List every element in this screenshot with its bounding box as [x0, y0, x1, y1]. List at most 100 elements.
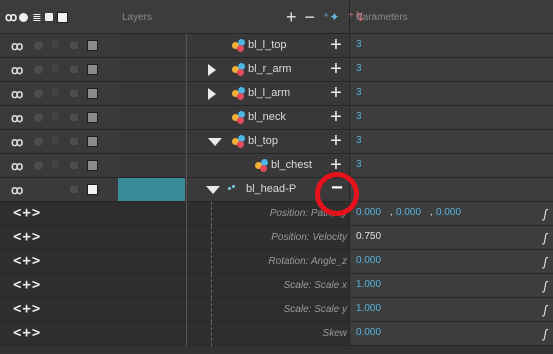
- layer-color-icon[interactable]: [87, 184, 98, 195]
- add-parameter-button[interactable]: +: [327, 59, 345, 79]
- lock-toggle-icon[interactable]: [70, 162, 78, 169]
- layer-color-icon[interactable]: [87, 88, 98, 99]
- function-curve-icon[interactable]: ʃ: [544, 231, 548, 245]
- layer-row[interactable]: ꝏ ≣ bl_chest +3: [0, 154, 553, 178]
- parameter-row[interactable]: <+> Skew 0.000 ʃ: [0, 322, 553, 346]
- parameter-label: Position: Velocity: [271, 232, 347, 243]
- solo-toggle-icon[interactable]: [34, 65, 43, 74]
- peg-icon: [255, 159, 269, 173]
- solo-toggle-icon[interactable]: [34, 113, 43, 122]
- layer-value: 3: [356, 39, 362, 50]
- layer-color-icon[interactable]: [87, 112, 98, 123]
- view-toggle-icon[interactable]: ꝏ: [11, 159, 23, 173]
- stack-toggle-icon[interactable]: ≣: [51, 64, 61, 75]
- layer-color-icon[interactable]: [87, 64, 98, 75]
- lock-toggle-icon[interactable]: [70, 42, 78, 49]
- stack-icon[interactable]: ≣: [32, 11, 41, 24]
- view-toggle-icon[interactable]: ꝏ: [11, 87, 23, 101]
- add-peg-icon[interactable]: ⁺✦: [323, 8, 339, 26]
- parameter-value[interactable]: 0.000: [356, 327, 381, 338]
- layer-name-cell[interactable]: [118, 154, 349, 177]
- stack-toggle-icon[interactable]: ≣: [51, 112, 61, 123]
- keyframe-nav-icon[interactable]: <+>: [13, 277, 41, 293]
- layer-row[interactable]: ꝏ ≣ bl_neck +3: [0, 106, 553, 130]
- layer-name[interactable]: bl_head-P: [246, 183, 296, 195]
- color-swatch-icon[interactable]: [57, 11, 69, 23]
- peg-icon: [224, 183, 238, 197]
- keyframe-nav-icon[interactable]: <+>: [13, 325, 41, 341]
- layer-row[interactable]: ꝏ ≣ bl_top +3: [0, 130, 553, 154]
- layer-name[interactable]: bl_l_arm: [248, 87, 290, 99]
- layer-name[interactable]: bl_r_arm: [248, 63, 291, 75]
- function-curve-icon[interactable]: ʃ: [544, 207, 548, 221]
- solo-toggle-icon[interactable]: [34, 137, 43, 146]
- lock-toggle-icon[interactable]: [70, 66, 78, 73]
- solo-toggle-icon[interactable]: [34, 161, 43, 170]
- keyframe-nav-icon[interactable]: <+>: [13, 253, 41, 269]
- add-parameter-button[interactable]: +: [327, 107, 345, 127]
- parameter-value[interactable]: 0.000: [356, 255, 381, 266]
- parameter-label: Skew: [322, 328, 347, 339]
- add-parameter-button[interactable]: +: [327, 35, 345, 55]
- view-toggle-icon[interactable]: ꝏ: [11, 135, 23, 149]
- show-all-icon[interactable]: ꝏ: [5, 10, 17, 24]
- layer-name[interactable]: bl_neck: [248, 111, 286, 123]
- expand-arrow-icon[interactable]: [208, 88, 216, 100]
- parameter-cell: [349, 154, 553, 177]
- layer-name[interactable]: bl_l_top: [248, 39, 287, 51]
- view-toggle-icon[interactable]: ꝏ: [11, 111, 23, 125]
- view-toggle-icon[interactable]: ꝏ: [11, 183, 23, 197]
- parameter-row[interactable]: <+> Position: Path,x,y 0.000, 0.000, 0.000 ʃ: [0, 202, 553, 226]
- view-toggle-icon[interactable]: ꝏ: [11, 39, 23, 53]
- layer-color-icon[interactable]: [87, 40, 98, 51]
- stack-toggle-icon[interactable]: ≣: [51, 88, 61, 99]
- value-y[interactable]: 0.000: [396, 207, 421, 218]
- collapse-arrow-icon[interactable]: [206, 186, 220, 194]
- function-curve-icon[interactable]: ʃ: [544, 303, 548, 317]
- solo-toggle-icon[interactable]: [34, 89, 43, 98]
- parameter-row[interactable]: <+> Rotation: Angle_z 0.000 ʃ: [0, 250, 553, 274]
- function-curve-icon[interactable]: ʃ: [544, 279, 548, 293]
- layer-row[interactable]: ꝏ ≣ bl_l_top +3: [0, 34, 553, 58]
- solo-toggle-icon[interactable]: [34, 41, 43, 50]
- layer-value: 3: [356, 159, 362, 170]
- layer-color-icon[interactable]: [87, 136, 98, 147]
- layer-value: 3: [356, 63, 362, 74]
- parameter-cell: [349, 106, 553, 129]
- stack-toggle-icon[interactable]: ≣: [51, 40, 61, 51]
- layer-row[interactable]: ꝏ ≣ bl_r_arm +3: [0, 58, 553, 82]
- keyframe-nav-icon[interactable]: <+>: [13, 301, 41, 317]
- layer-name[interactable]: bl_chest: [271, 159, 312, 171]
- layer-row[interactable]: ꝏ bl_head-P −: [0, 178, 553, 202]
- function-curve-icon[interactable]: ʃ: [544, 255, 548, 269]
- lock-icon[interactable]: [45, 13, 54, 21]
- lock-toggle-icon[interactable]: [70, 138, 78, 145]
- add-parameter-button[interactable]: +: [327, 83, 345, 103]
- parameter-value[interactable]: 1.000: [356, 279, 381, 290]
- parameter-row[interactable]: <+> Position: Velocity 0.750 ʃ: [0, 226, 553, 250]
- stack-toggle-icon[interactable]: ≣: [51, 160, 61, 171]
- expand-arrow-icon[interactable]: [208, 64, 216, 76]
- view-toggle-icon[interactable]: ꝏ: [11, 63, 23, 77]
- layer-name[interactable]: bl_top: [248, 135, 278, 147]
- delete-layer-icon[interactable]: −: [305, 8, 316, 26]
- keyframe-nav-icon[interactable]: <+>: [13, 205, 41, 221]
- add-parameter-button[interactable]: +: [327, 131, 345, 151]
- lock-toggle-icon[interactable]: [70, 186, 78, 193]
- layer-row[interactable]: ꝏ ≣ bl_l_arm +3: [0, 82, 553, 106]
- lock-toggle-icon[interactable]: [70, 114, 78, 121]
- parameter-row[interactable]: <+> Scale: Scale y 1.000 ʃ: [0, 298, 553, 322]
- lock-toggle-icon[interactable]: [70, 90, 78, 97]
- stack-toggle-icon[interactable]: ≣: [51, 136, 61, 147]
- parameter-row[interactable]: <+> Scale: Scale x 1.000 ʃ: [0, 274, 553, 298]
- value-z[interactable]: 0.000: [436, 207, 461, 218]
- parameter-value[interactable]: 0.750: [356, 231, 381, 242]
- collapse-arrow-icon[interactable]: [208, 138, 222, 146]
- parameter-value[interactable]: 1.000: [356, 303, 381, 314]
- value-x[interactable]: 0.000: [356, 207, 381, 218]
- solo-icon[interactable]: [19, 12, 29, 22]
- function-curve-icon[interactable]: ʃ: [544, 327, 548, 341]
- layer-color-icon[interactable]: [87, 160, 98, 171]
- add-layer-icon[interactable]: +: [286, 8, 297, 26]
- keyframe-nav-icon[interactable]: <+>: [13, 229, 41, 245]
